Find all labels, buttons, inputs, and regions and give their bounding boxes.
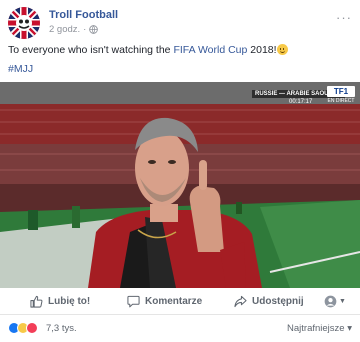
share-arrow-icon [234, 295, 247, 308]
channel-logo: TF1 [327, 86, 355, 97]
reaction-count[interactable]: 7,3 tys. [46, 323, 77, 334]
live-label: EN DIRECT [327, 98, 355, 104]
post-text-end: 2018! [247, 44, 277, 56]
post-text-start: To everyone who isn't watching the [8, 44, 174, 56]
post-header: Troll Football 2 godz. · ··· [8, 6, 352, 40]
globe-icon [89, 25, 99, 34]
chevron-down-icon: ▼ [339, 298, 346, 305]
comment-button[interactable]: Komentarze [127, 295, 202, 308]
video-frame [0, 82, 360, 288]
share-label: Udostępnij [252, 296, 304, 307]
post-text-link[interactable]: FIFA World Cup [173, 44, 247, 56]
comment-label: Komentarze [145, 296, 203, 307]
page-avatar[interactable] [8, 7, 40, 39]
hashtag-link[interactable]: #MJJ [8, 63, 33, 75]
match-time-label: 00:17:17 [289, 99, 313, 105]
share-button[interactable]: Udostępnij [234, 295, 304, 308]
video-player[interactable]: RUSSIE — ARABIE SAOUDITE 00:17:17 TF1 EN… [0, 82, 360, 288]
profile-avatar-icon [324, 295, 337, 308]
more-options-icon[interactable]: ··· [336, 10, 352, 25]
comment-sort-dropdown[interactable]: Najtrafniejsze ▾ [287, 323, 352, 334]
sort-label: Najtrafniejsze [287, 323, 345, 334]
reactions-summary: 7,3 tys. Najtrafniejsze ▾ [8, 322, 352, 336]
thumbs-up-icon [30, 295, 43, 308]
post-text: To everyone who isn't watching the FIFA … [8, 43, 352, 57]
post-actions-bar: Lubię to! Komentarze Udostępnij ▼ [0, 289, 360, 315]
like-button[interactable]: Lubię to! [30, 295, 90, 308]
love-reaction-icon [26, 322, 38, 334]
smirk-emoji-icon [276, 44, 288, 55]
post-timestamp[interactable]: 2 godz. [49, 24, 80, 35]
page-name-link[interactable]: Troll Football [49, 9, 118, 21]
like-label: Lubię to! [48, 296, 91, 307]
reaction-identity-selector[interactable]: ▼ [324, 295, 346, 308]
reaction-icons[interactable] [8, 322, 38, 334]
comment-icon [127, 295, 140, 308]
meta-separator: · [83, 24, 87, 35]
post-meta: 2 godz. · [49, 24, 99, 35]
sort-caret-icon: ▾ [347, 323, 352, 334]
